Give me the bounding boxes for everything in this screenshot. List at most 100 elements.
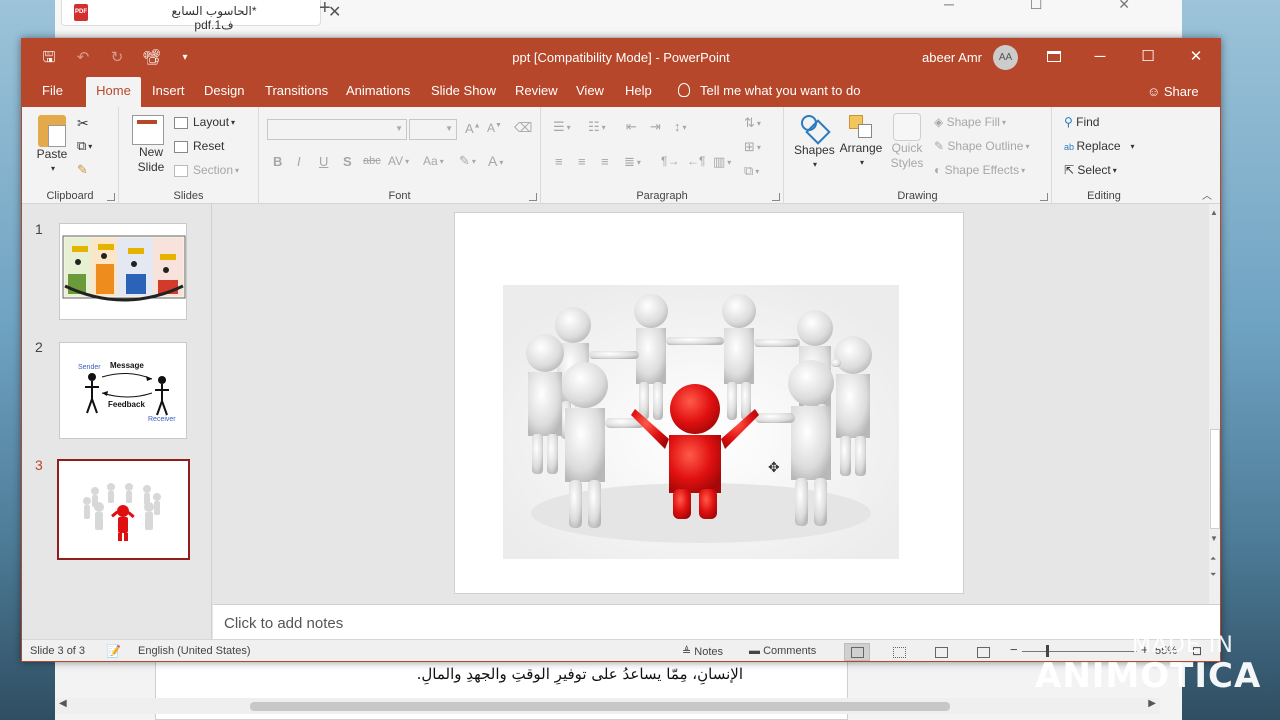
smartart-button[interactable]: ⧉ ▾ [744,163,759,179]
change-case-button[interactable]: Aa ▾ [423,154,444,168]
scroll-left-icon[interactable]: ◀ [59,698,67,709]
font-size-input[interactable]: ▼ [409,119,457,140]
scroll-right-icon[interactable]: ▶ [1148,698,1156,709]
bold-button[interactable]: B [273,154,282,169]
increase-indent-button[interactable]: ⇥ [650,119,661,135]
layout-button[interactable]: Layout ▾ [174,115,235,129]
background-scroll-thumb[interactable] [250,702,950,711]
scroll-down-icon[interactable]: ▼ [1210,534,1218,543]
align-center-button[interactable]: ≡ [578,154,586,169]
slide-show-button[interactable] [970,643,996,661]
replace-button[interactable]: ab Replace ▾ [1064,139,1135,153]
underline-button[interactable]: U [319,154,328,169]
clear-formatting-button[interactable]: ⌫ [514,120,532,136]
user-name[interactable]: abeer Amr [922,50,982,65]
comments-toggle[interactable]: ▬ Comments [749,645,816,657]
reset-button[interactable]: Reset [174,139,224,153]
shapes-button[interactable]: Shapes ▾ [794,113,835,171]
bullets-button[interactable]: ☰ ▾ [553,119,571,135]
justify-button[interactable]: ≣ ▾ [624,154,641,170]
strikethrough-button[interactable]: abc [363,155,381,167]
paragraph-launcher-icon[interactable] [772,193,780,201]
slide-thumbnail-1[interactable] [59,223,187,320]
background-horizontal-scrollbar[interactable]: ◀ ▶ [55,698,1160,714]
rtl-button[interactable]: ←¶ [687,154,705,168]
slide-sorter-button[interactable] [886,643,912,661]
minimize-button[interactable]: ─ [1088,46,1112,68]
powerpoint-window: 🖫 ↶ ↻ 📽 ▾ ppt [Compatibility Mode] - Pow… [21,38,1221,662]
share-button[interactable]: ☺ Share [1147,77,1199,107]
arrange-button[interactable]: Arrange ▾ [838,113,884,169]
pdf-icon: PDF [74,4,88,21]
tell-me-search[interactable]: Tell me what you want to do [678,77,860,105]
team-circle-image[interactable] [455,213,965,595]
maximize-button[interactable]: ☐ [1136,46,1160,68]
character-spacing-button[interactable]: AV ▾ [388,154,409,168]
clipboard-launcher-icon[interactable] [107,193,115,201]
background-window-controls[interactable]: ─ ☐ ✕ [944,0,1166,13]
tab-review[interactable]: Review [505,77,568,107]
shape-outline-button[interactable]: ✎ Shape Outline ▾ [934,139,1029,153]
notes-pane[interactable]: Click to add notes [213,604,1220,639]
normal-view-button[interactable] [844,643,870,661]
tab-transitions[interactable]: Transitions [255,77,338,107]
quick-styles-button[interactable]: Quick Styles [887,113,927,171]
close-button[interactable]: ✕ [1184,46,1208,68]
next-slide-icon[interactable]: ⏷ [1210,570,1216,580]
font-launcher-icon[interactable] [529,193,537,201]
notes-toggle[interactable]: ≜ Notes [682,645,723,658]
tab-insert[interactable]: Insert [142,77,195,107]
tab-file[interactable]: File [32,77,73,107]
align-left-button[interactable]: ≡ [555,154,563,169]
tab-design[interactable]: Design [194,77,254,107]
font-name-input[interactable]: ▼ [267,119,407,140]
language-indicator[interactable]: English (United States) [138,645,251,657]
grow-font-button[interactable]: A▲ [465,121,481,136]
tab-help[interactable]: Help [615,77,662,107]
current-slide[interactable] [454,212,964,594]
shadow-button[interactable]: S [343,154,352,169]
ribbon-display-options-button[interactable] [1042,46,1066,68]
cut-button[interactable]: ✂ [77,115,89,132]
decrease-indent-button[interactable]: ⇤ [626,119,637,135]
copy-button[interactable]: ⧉ ▾ [77,138,92,154]
collapse-ribbon-icon[interactable]: ︿ [1202,187,1212,202]
shape-fill-button[interactable]: ◈ Shape Fill ▾ [934,115,1006,129]
zoom-out-button[interactable]: − [1010,642,1018,657]
previous-slide-icon[interactable]: ⏶ [1210,554,1216,564]
slide-thumbnail-3[interactable] [57,459,190,560]
scroll-up-icon[interactable]: ▲ [1210,208,1218,217]
new-tab-icon[interactable]: + [319,0,331,20]
tab-slide-show[interactable]: Slide Show [421,77,506,107]
font-color-button[interactable]: A ▾ [488,153,503,169]
new-slide-button[interactable]: New Slide [131,115,165,175]
slide-thumbnail-2[interactable]: Sender Message Feedback Receiver [59,342,187,439]
vertical-scroll-thumb[interactable] [1210,429,1220,529]
highlight-button[interactable]: ✎ ▾ [459,153,476,169]
align-right-button[interactable]: ≡ [601,154,609,169]
paste-button[interactable]: Paste ▾ [36,115,68,175]
line-spacing-button[interactable]: ↕ ▾ [674,119,687,134]
columns-button[interactable]: ▥ ▾ [713,154,731,170]
format-painter-button[interactable]: ✎ [77,162,88,178]
spell-check-icon[interactable]: 📝 [106,644,121,658]
tab-home[interactable]: Home [86,77,141,107]
section-button[interactable]: Section ▾ [174,163,239,177]
shape-effects-button[interactable]: ◐ Shape Effects ▾ [934,163,1025,177]
background-pdf-tab[interactable]: PDF *الحاسوب السابع ف1.pdf ✕ [61,0,341,32]
shrink-font-button[interactable]: A▼ [487,121,502,135]
zoom-slider[interactable] [1022,651,1137,652]
drawing-launcher-icon[interactable] [1040,193,1048,201]
reading-view-button[interactable] [928,643,954,661]
align-text-button[interactable]: ⊞ ▾ [744,139,761,155]
vertical-scrollbar[interactable]: ▲ ▼ ⏶ ⏷ [1209,204,1220,604]
avatar[interactable]: AA [993,45,1018,70]
italic-button[interactable]: I [297,154,301,169]
numbering-button[interactable]: ☷ ▾ [588,119,606,135]
tab-view[interactable]: View [566,77,614,107]
select-button[interactable]: ⇱ Select ▾ [1064,163,1117,177]
tab-animations[interactable]: Animations [336,77,420,107]
text-direction-button[interactable]: ⇅ ▾ [744,115,761,131]
find-button[interactable]: ⚲ Find [1064,115,1099,129]
ltr-button[interactable]: ¶→ [661,154,679,168]
